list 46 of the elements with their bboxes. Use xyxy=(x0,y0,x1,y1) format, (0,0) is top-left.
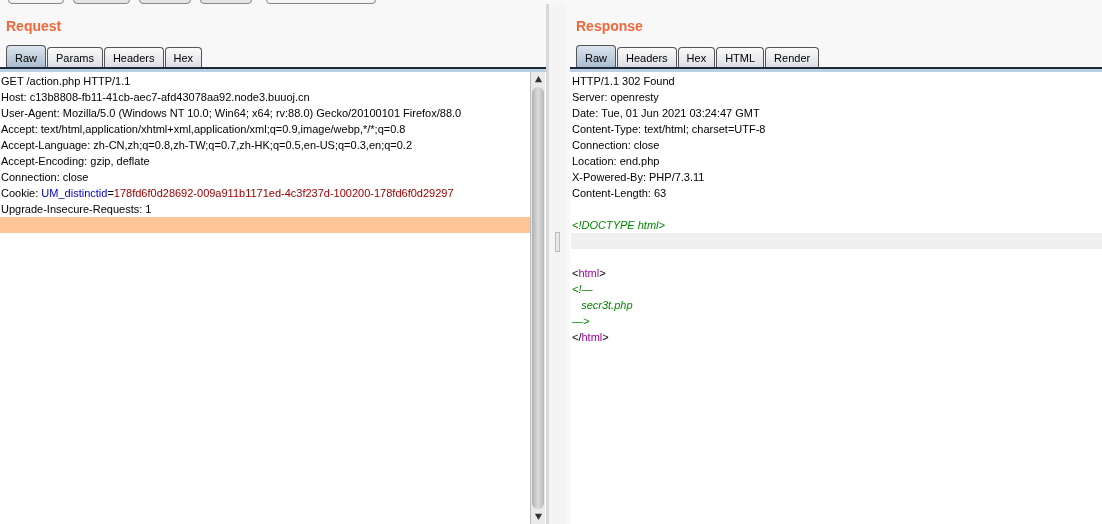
up-arrow-icon[interactable] xyxy=(533,75,543,84)
scrollbar-thumb[interactable] xyxy=(532,87,544,509)
code-text: Upgrade-Insecure-Requests: 1 xyxy=(1,203,152,215)
comment-text: <!— xyxy=(572,283,593,295)
code-text: Cookie: xyxy=(1,187,40,199)
code-text: HTTP/1.1 302 Found xyxy=(572,75,675,87)
code-text: Content-Type: text/html; charset=UTF-8 xyxy=(572,123,766,135)
tab[interactable]: Render xyxy=(765,47,820,67)
scrollbar[interactable] xyxy=(530,72,545,524)
comment-text: —> xyxy=(572,315,590,327)
splitter-grip[interactable] xyxy=(555,232,560,252)
pane-title: Response xyxy=(575,17,644,36)
tag-name: html xyxy=(581,331,603,343)
code-text: Accept-Encoding: gzip, deflate xyxy=(1,155,150,167)
tab[interactable]: Raw xyxy=(576,45,616,67)
comment-text: <!DOCTYPE html> xyxy=(572,219,665,231)
pane-title: Request xyxy=(5,17,63,36)
code-text: = xyxy=(107,187,114,199)
tab[interactable]: Hex xyxy=(164,47,203,67)
code-text: Location: end.php xyxy=(572,155,660,167)
tab[interactable]: Hex xyxy=(677,47,716,67)
code-text: Server: openresty xyxy=(572,91,659,103)
code-text: Connection: close xyxy=(1,171,89,183)
tab[interactable]: HTML xyxy=(716,47,765,67)
code-text: Connection: close xyxy=(572,139,660,151)
tab[interactable]: Headers xyxy=(103,47,164,67)
code-text: X-Powered-By: PHP/7.3.11 xyxy=(572,171,705,183)
code-text: < xyxy=(572,267,579,279)
code-text: Host: c13b8808-fb11-41cb-aec7-afd43078aa92.node3.buuoj.cn xyxy=(1,91,310,103)
tab[interactable]: Params xyxy=(47,47,103,67)
code-text: Accept: text/html,application/xhtml+xml,application/xml;q=0.9,image/webp,*/*;q=0.8 xyxy=(1,123,406,135)
code-text: User-Agent: Mozilla/5.0 (Windows NT 10.0; Win64; x64; rv:88.0) Gecko/20100101 Firefox/88.0 xyxy=(1,107,462,119)
code-text: Accept-Language: zh-CN,zh;q=0.8,zh-TW;q=0.7,zh-HK;q=0.5,en-US;q=0.3,en;q=0.2 xyxy=(1,139,413,151)
tag-name: html xyxy=(578,267,600,279)
cookie-name: UM_distinctid xyxy=(41,187,108,199)
comment-text: secr3t.php xyxy=(580,299,633,311)
down-arrow-icon[interactable] xyxy=(533,512,543,521)
code-text: </ xyxy=(572,331,582,343)
tab[interactable]: Raw xyxy=(6,45,46,67)
code-text: Content-Length: 63 xyxy=(572,187,667,199)
code-text: > xyxy=(599,267,606,279)
code-text: Date: Tue, 01 Jun 2021 03:24:47 GMT xyxy=(572,107,760,119)
tab[interactable]: Headers xyxy=(617,47,677,67)
code-text: GET /action.php HTTP/1.1 xyxy=(1,75,131,87)
cookie-value: 178fd6f0d28692-009a911b1171ed-4c3f237d-100200-178fd6f0d29297 xyxy=(113,187,454,199)
code-text: > xyxy=(602,331,609,343)
